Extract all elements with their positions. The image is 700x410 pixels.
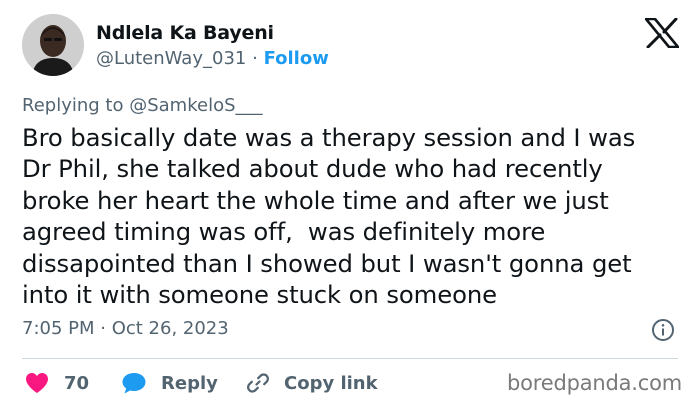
like-count: 70 (64, 372, 90, 394)
like-button[interactable]: 70 (24, 368, 89, 398)
copy-link-label: Copy link (284, 372, 378, 394)
speech-bubble-icon (122, 373, 146, 394)
info-icon[interactable] (651, 318, 675, 342)
author-display-name[interactable]: Ndlela Ka Bayeni (96, 22, 274, 44)
link-icon (247, 373, 269, 393)
reply-context-prefix: Replying to (22, 95, 124, 116)
avatar[interactable] (22, 14, 84, 76)
reply-button[interactable]: Reply (121, 368, 218, 398)
avatar-photo (22, 14, 84, 76)
reply-context: Replying to @SamkeloS___ (22, 95, 263, 116)
divider (22, 358, 678, 359)
heart-icon (26, 373, 48, 393)
reply-mention-link[interactable]: @SamkeloS___ (129, 95, 262, 116)
author-handle[interactable]: @LutenWay_031 (96, 48, 246, 69)
watermark: boredpanda.com (507, 371, 683, 395)
x-logo-icon[interactable] (645, 18, 679, 48)
author-handle-row: @LutenWay_031 · Follow (96, 48, 329, 69)
copy-link-button[interactable]: Copy link (246, 368, 378, 398)
follow-button[interactable]: Follow (264, 48, 329, 69)
tweet-text: Bro basically date was a therapy session… (22, 123, 636, 310)
handle-separator: · (252, 48, 258, 69)
tweet-timestamp[interactable]: 7:05 PM · Oct 26, 2023 (22, 318, 229, 339)
reply-label: Reply (161, 372, 218, 394)
